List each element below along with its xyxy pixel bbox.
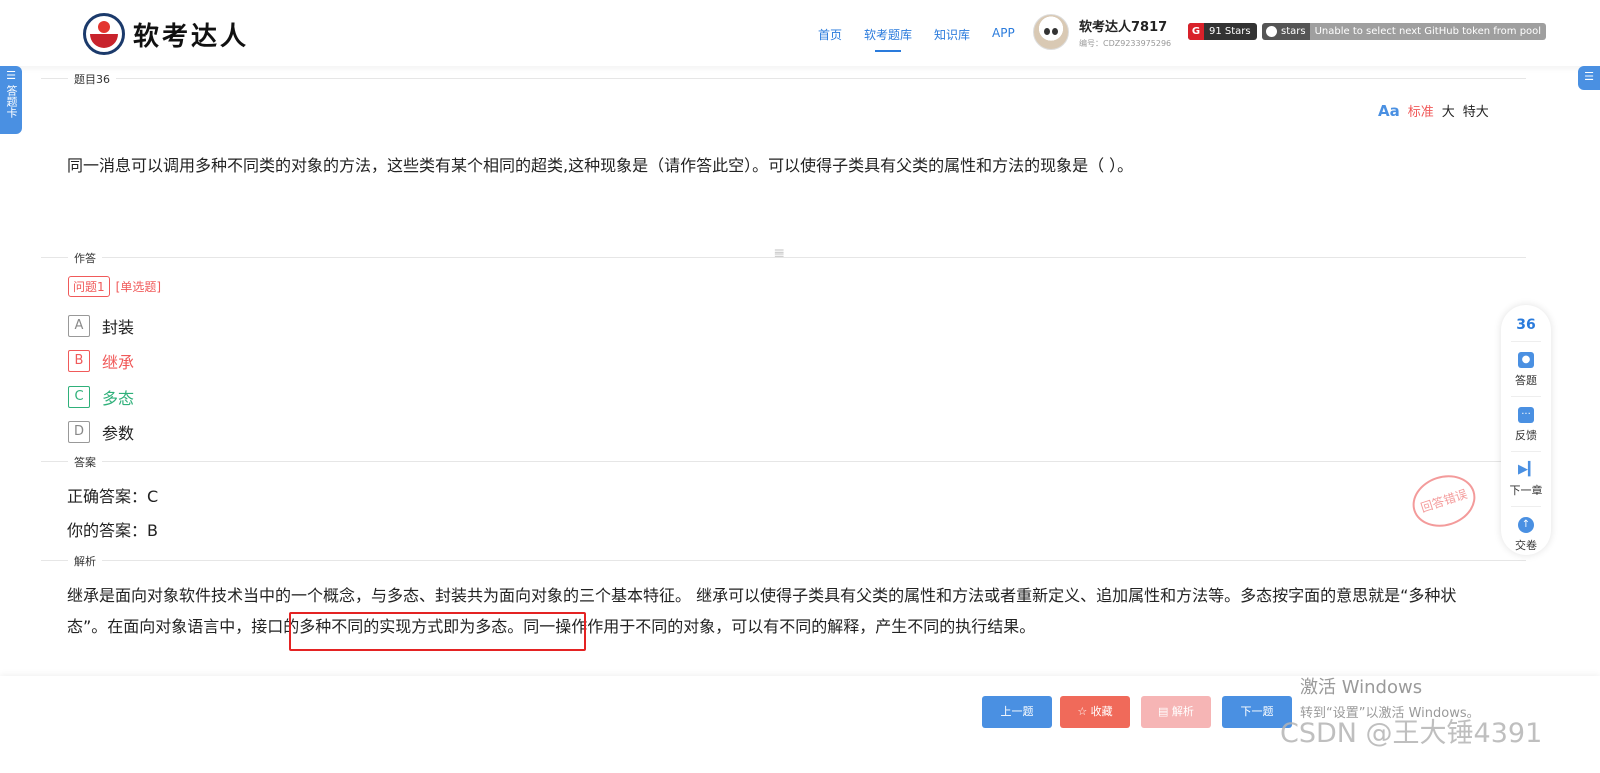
option-label: 多态 (102, 388, 135, 408)
submit-label: 交卷 (1515, 539, 1537, 552)
red-highlight-box (289, 612, 586, 651)
user-id: 编号：CDZ9233975296 (1079, 38, 1172, 48)
question-tag: 问题1 [单选题] (68, 276, 161, 297)
divider (1511, 341, 1541, 342)
next-chapter-label: 下一章 (1509, 484, 1543, 497)
drag-handle-icon[interactable]: ═ ═ (775, 245, 793, 263)
answer-button[interactable]: ● 答题 (1501, 352, 1551, 388)
github-badge-message: Unable to select next GitHub token from … (1309, 23, 1547, 40)
user-name: 软考达人7817 (1079, 19, 1168, 35)
github-badge-label: stars (1281, 26, 1306, 37)
option-key: A (68, 314, 90, 337)
font-size-switcher: Aa 标准 大 特大 (1378, 101, 1497, 121)
answer-card-tab[interactable]: ☰ 答题卡 (0, 66, 22, 134)
option-label: 封装 (102, 317, 135, 337)
arrow-up-icon: ↑ (1518, 517, 1534, 533)
gitee-stars-badge[interactable]: G 91 Stars (1188, 23, 1257, 40)
tool-panel: 36 ● 答题 ··· 反馈 ▶▎ 下一章 ↑ 交卷 (1501, 305, 1551, 555)
font-size-icon: Aa (1378, 101, 1400, 120)
answer-label: 答题 (1515, 374, 1537, 387)
correct-answer: 正确答案：C (67, 487, 159, 506)
github-stars-badge[interactable]: stars Unable to select next GitHub token… (1262, 23, 1547, 40)
section-label-question: 题目36 (68, 71, 116, 87)
analysis-text: 继承是面向对象软件技术当中的一个概念，与多态、封装共为面向对象的三个基本特征。 … (67, 586, 1457, 636)
next-chapter-button[interactable]: ▶▎ 下一章 (1501, 462, 1551, 498)
option-key: C (68, 385, 90, 408)
option-b[interactable]: B 继承 (68, 344, 134, 380)
option-key: B (68, 350, 90, 373)
font-size-standard[interactable]: 标准 (1408, 101, 1434, 120)
activation-title: 激活 Windows (1300, 677, 1423, 698)
avatar[interactable] (1033, 14, 1069, 50)
top-header: 软考达人 首页 软考题库 知识库 APP 软考达人7817 编号：CDZ9233… (0, 0, 1600, 66)
nav-app[interactable]: APP (992, 26, 1015, 43)
option-d[interactable]: D 参数 (68, 415, 134, 451)
font-size-xlarge[interactable]: 特大 (1463, 101, 1489, 120)
feedback-button[interactable]: ··· 反馈 (1501, 407, 1551, 443)
answer-card-label: 答题卡 (5, 85, 18, 118)
question-type: [单选题] (115, 280, 162, 294)
your-answer: 你的答案：B (67, 521, 158, 540)
option-label: 参数 (102, 424, 135, 444)
section-label-answer-area: 作答 (68, 250, 102, 266)
nav-home[interactable]: 首页 (818, 26, 842, 43)
main-nav: 首页 软考题库 知识库 APP (818, 26, 1037, 52)
question-text: 同一消息可以调用多种不同类的对象的方法，这些类有某个相同的超类,这种现象是（请作… (67, 156, 1134, 175)
section-label-answer: 答案 (68, 454, 102, 470)
divider (1511, 396, 1541, 397)
prev-question-button[interactable]: 上一题 (982, 696, 1052, 728)
github-icon (1266, 26, 1277, 37)
csdn-watermark: CSDN @王大锤4391 (1280, 718, 1543, 749)
site-logo[interactable]: 软考达人 (83, 13, 249, 55)
right-menu-tab[interactable]: ☰ (1578, 66, 1600, 90)
option-key: D (68, 421, 90, 444)
divider (1511, 506, 1541, 507)
wrong-answer-stamp: 回答错误 (1405, 467, 1483, 535)
feedback-label: 反馈 (1515, 429, 1537, 442)
user-profile[interactable]: 软考达人7817 编号：CDZ9233975296 (1033, 14, 1171, 50)
option-a[interactable]: A 封装 (68, 308, 134, 344)
section-divider (41, 461, 1526, 462)
section-label-analysis: 解析 (68, 553, 102, 569)
answer-icon: ● (1518, 352, 1534, 368)
nav-question-bank[interactable]: 软考题库 (864, 26, 912, 52)
analysis-button[interactable]: ▤ 解析 (1141, 696, 1211, 728)
divider (1511, 451, 1541, 452)
skip-next-icon: ▶▎ (1518, 462, 1538, 477)
menu-icon: ☰ (6, 69, 16, 82)
font-size-large[interactable]: 大 (1442, 101, 1455, 120)
section-divider (41, 78, 1526, 79)
favorite-button[interactable]: ☆ 收藏 (1060, 696, 1130, 728)
feedback-icon: ··· (1518, 407, 1534, 423)
options-list: A 封装 B 继承 C 多态 D 参数 (68, 308, 134, 450)
stars-count: 91 Stars (1209, 26, 1251, 37)
question-number: 问题1 (68, 276, 110, 297)
menu-icon: ☰ (1584, 70, 1594, 83)
option-label: 继承 (102, 353, 135, 373)
option-c[interactable]: C 多态 (68, 379, 134, 415)
submit-button[interactable]: ↑ 交卷 (1501, 517, 1551, 553)
logo-icon (83, 13, 125, 55)
question-count: 36 (1516, 317, 1536, 333)
section-divider (41, 560, 1526, 561)
nav-knowledge-base[interactable]: 知识库 (934, 26, 970, 43)
logo-text: 软考达人 (133, 21, 250, 52)
gitee-icon: G (1188, 23, 1204, 40)
